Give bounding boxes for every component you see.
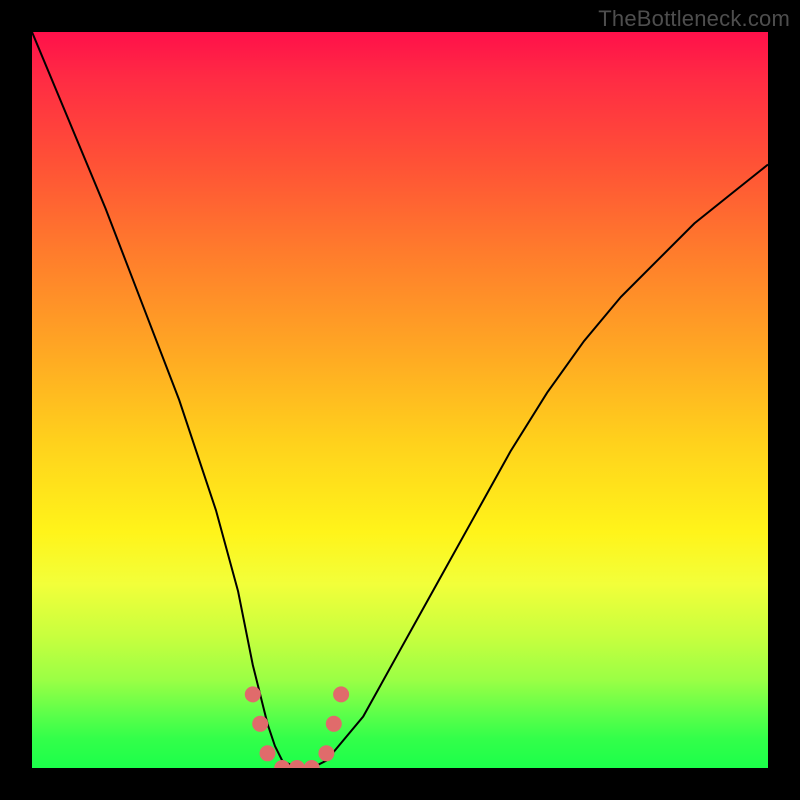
watermark-text: TheBottleneck.com [598, 6, 790, 32]
plot-area [32, 32, 768, 768]
curve-marker [318, 745, 334, 761]
chart-frame: TheBottleneck.com [0, 0, 800, 800]
curve-marker [333, 686, 349, 702]
curve-svg [32, 32, 768, 768]
curve-marker [245, 686, 261, 702]
curve-marker [260, 745, 276, 761]
curve-marker [304, 760, 320, 768]
curve-marker [326, 716, 342, 732]
bottleneck-curve [32, 32, 768, 768]
curve-marker [289, 760, 305, 768]
curve-marker [252, 716, 268, 732]
curve-marker [274, 760, 290, 768]
